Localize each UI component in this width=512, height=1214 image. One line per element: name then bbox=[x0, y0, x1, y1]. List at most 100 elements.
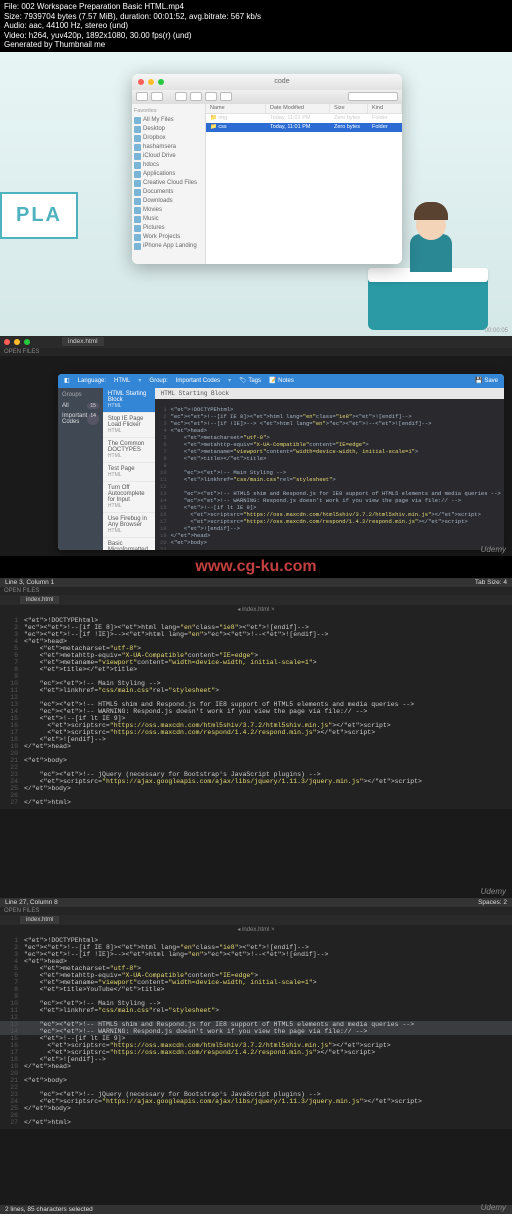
code-line[interactable]: 7 <"et">meta name="viewport" content="wi… bbox=[0, 659, 512, 666]
code-line[interactable]: 23 "ec"><"et">!-- jQuery (necessary for … bbox=[0, 771, 512, 778]
sidebar-item[interactable]: Downloads bbox=[134, 197, 203, 206]
code-line[interactable]: 2"ec"><"et">!--[if IE 8]><"et">html lang… bbox=[0, 624, 512, 631]
code-line[interactable]: 23 "ec"><"et">!-- jQuery (necessary for … bbox=[0, 1091, 512, 1098]
path-bar[interactable]: ◂ index.html × bbox=[0, 925, 512, 934]
code-line[interactable]: 5 <"et">meta charset="utf-8"> bbox=[0, 965, 512, 972]
minimize-icon[interactable] bbox=[148, 79, 154, 85]
code-line[interactable]: 10 "ec"><"et">!-- Main Styling --> bbox=[0, 1000, 512, 1007]
group-all[interactable]: All15 bbox=[62, 401, 99, 411]
file-row[interactable]: 📁 imgToday, 11:01 PMZero bytesFolder bbox=[206, 114, 402, 123]
code-line[interactable]: 19</"et">head> bbox=[0, 1063, 512, 1070]
code-line[interactable]: 13 "ec"><"et">!-- HTML5 shim and Respond… bbox=[0, 701, 512, 708]
code-line[interactable]: 26 bbox=[0, 792, 512, 799]
forward-button[interactable] bbox=[151, 92, 163, 101]
sidebar-item[interactable]: Movies bbox=[134, 206, 203, 215]
sidebar-item[interactable]: hdocs bbox=[134, 161, 203, 170]
tab-index[interactable]: index.html bbox=[20, 596, 59, 604]
code-line[interactable]: 24 <"et">script src="https://ajax.google… bbox=[0, 1098, 512, 1105]
col-date[interactable]: Date Modified bbox=[266, 104, 330, 113]
col-name[interactable]: Name bbox=[206, 104, 266, 113]
code-line[interactable]: 4<"et">head> bbox=[0, 958, 512, 965]
code-line[interactable]: 15 <"et">!--[if lt IE 9]> bbox=[0, 715, 512, 722]
sidebar-item[interactable]: Desktop bbox=[134, 125, 203, 134]
code-line[interactable]: 16 <"et">script src="https://oss.maxcdn.… bbox=[0, 722, 512, 729]
group-important[interactable]: Important Codes14 bbox=[62, 411, 99, 427]
code-line[interactable]: 27</"et">html> bbox=[0, 1119, 512, 1126]
code-line[interactable]: 6 <"et">meta http-equiv="X-UA-Compatible… bbox=[0, 972, 512, 979]
snippet-item[interactable]: Turn Off Autocomplete for InputHTML bbox=[103, 482, 155, 513]
tags-button[interactable]: 🏷 Tags bbox=[239, 377, 261, 384]
view-list-button[interactable] bbox=[190, 92, 202, 101]
code-editor[interactable]: 1<"et">!DOCTYPE html>2"ec"><"et">!--[if … bbox=[0, 614, 512, 809]
code-line[interactable]: 27</"et">html> bbox=[0, 799, 512, 806]
sidebar-item[interactable]: Dropbox bbox=[134, 134, 203, 143]
sidebar-item[interactable]: hashamsera bbox=[134, 143, 203, 152]
finder-window[interactable]: code Favorites All My FilesDesktopDropbo… bbox=[132, 74, 402, 264]
code-line[interactable]: 16 <"et">script src="https://oss.maxcdn.… bbox=[0, 1042, 512, 1049]
code-line[interactable]: 21<"et">body> bbox=[0, 757, 512, 764]
group-select[interactable]: Important Codes bbox=[176, 378, 220, 384]
snippet-item[interactable]: HTML Starting BlockHTML bbox=[103, 388, 155, 413]
view-icon-button[interactable] bbox=[175, 92, 187, 101]
snippet-item[interactable]: Test PageHTML bbox=[103, 463, 155, 482]
code-editor[interactable]: 1<"et">!DOCTYPE html>2"ec"><"et">!--[if … bbox=[0, 934, 512, 1129]
code-line[interactable]: 25</"et">body> bbox=[0, 785, 512, 792]
code-line[interactable]: 15 <"et">!--[if lt IE 9]> bbox=[0, 1035, 512, 1042]
code-line[interactable]: 8 <"et">title>YouTube</"et">title> bbox=[0, 986, 512, 993]
code-line[interactable]: 11 <"et">link href="css/main.css" rel="s… bbox=[0, 1007, 512, 1014]
close-icon[interactable] bbox=[138, 79, 144, 85]
code-line[interactable]: 9 bbox=[0, 673, 512, 680]
col-size[interactable]: Size bbox=[330, 104, 368, 113]
code-line[interactable]: 11 <"et">link href="css/main.css" rel="s… bbox=[0, 687, 512, 694]
snippet-item[interactable]: Use Firebug in Any BrowserHTML bbox=[103, 513, 155, 538]
sidebar-item[interactable]: iCloud Drive bbox=[134, 152, 203, 161]
sidebar-item[interactable]: All My Files bbox=[134, 116, 203, 125]
tab-index[interactable]: index.html bbox=[62, 337, 104, 346]
code-line[interactable]: 17 <"et">script src="https://oss.maxcdn.… bbox=[0, 1049, 512, 1056]
code-preview[interactable]: HTML Starting Block 1<"et">!DOCTYPE html… bbox=[155, 388, 504, 550]
save-button[interactable]: 💾 Save bbox=[475, 377, 498, 384]
code-line[interactable]: 18 <"et">![endif]--> bbox=[0, 1056, 512, 1063]
code-line[interactable]: 21<"et">body> bbox=[0, 1077, 512, 1084]
code-line[interactable]: 19</"et">head> bbox=[0, 743, 512, 750]
snippets-window[interactable]: ◧ Language: HTML ▾ Group: Important Code… bbox=[58, 374, 504, 550]
path-bar[interactable]: ◂ index.html × bbox=[0, 605, 512, 614]
file-row[interactable]: 📁 cssToday, 11:01 PMZero bytesFolder bbox=[206, 123, 402, 132]
view-cover-button[interactable] bbox=[220, 92, 232, 101]
finder-titlebar[interactable]: code bbox=[132, 74, 402, 90]
code-line[interactable]: 8 <"et">title></"et">title> bbox=[0, 666, 512, 673]
code-line[interactable]: 17 <"et">script src="https://oss.maxcdn.… bbox=[0, 729, 512, 736]
code-line[interactable]: 20 bbox=[0, 1070, 512, 1077]
sidebar-item[interactable]: Creative Cloud Files bbox=[134, 179, 203, 188]
code-line[interactable]: 6 <"et">meta http-equiv="X-UA-Compatible… bbox=[0, 652, 512, 659]
search-input[interactable] bbox=[348, 92, 398, 101]
code-line[interactable]: 1<"et">!DOCTYPE html> bbox=[0, 617, 512, 624]
code-line[interactable]: 22 bbox=[0, 1084, 512, 1091]
code-line[interactable]: 3"ec"><"et">!--[if !IE]>--><"et">html la… bbox=[0, 951, 512, 958]
zoom-icon[interactable] bbox=[158, 79, 164, 85]
code-line[interactable]: 2"ec"><"et">!--[if IE 8]><"et">html lang… bbox=[0, 944, 512, 951]
code-line[interactable]: 3"ec"><"et">!--[if !IE]>--><"et">html la… bbox=[0, 631, 512, 638]
code-line[interactable]: 10 "ec"><"et">!-- Main Styling --> bbox=[0, 680, 512, 687]
language-select[interactable]: HTML bbox=[114, 378, 130, 384]
sidebar-item[interactable]: Documents bbox=[134, 188, 203, 197]
code-line[interactable]: 9 bbox=[0, 993, 512, 1000]
code-line[interactable]: 4<"et">head> bbox=[0, 638, 512, 645]
sidebar-item[interactable]: Music bbox=[134, 215, 203, 224]
tab-index[interactable]: index.html bbox=[20, 916, 59, 924]
notes-button[interactable]: 📝 Notes bbox=[269, 377, 294, 384]
code-line[interactable]: 1<"et">!DOCTYPE html> bbox=[0, 937, 512, 944]
sidebar-item[interactable]: Applications bbox=[134, 170, 203, 179]
code-line[interactable]: 13 "ec"><"et">!-- HTML5 shim and Respond… bbox=[0, 1021, 512, 1028]
col-kind[interactable]: Kind bbox=[368, 104, 402, 113]
code-line[interactable]: 14 "ec"><"et">!-- WARNING: Respond.js do… bbox=[0, 708, 512, 715]
snippet-item[interactable]: Stop IE Page Load FlickerHTML bbox=[103, 413, 155, 438]
view-column-button[interactable] bbox=[205, 92, 217, 101]
zoom-icon[interactable] bbox=[24, 339, 30, 345]
code-line[interactable]: 24 <"et">script src="https://ajax.google… bbox=[0, 778, 512, 785]
code-line[interactable]: 26 bbox=[0, 1112, 512, 1119]
snippet-item[interactable]: The Common DOCTYPESHTML bbox=[103, 438, 155, 463]
minimize-icon[interactable] bbox=[14, 339, 20, 345]
snippet-item[interactable]: Basic Microformatted hCardHTML bbox=[103, 538, 155, 550]
code-line[interactable]: 20 bbox=[0, 750, 512, 757]
